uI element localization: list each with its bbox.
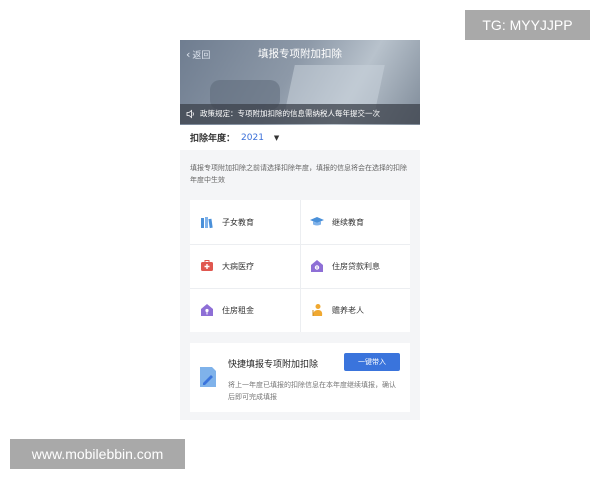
edit-doc-icon: [200, 367, 216, 387]
back-button[interactable]: ‹ 返回: [186, 46, 210, 62]
page-title: 填报专项附加扣除: [258, 48, 342, 60]
item-label: 子女教育: [222, 217, 254, 227]
speaker-icon: [186, 109, 194, 119]
medical-kit-icon: [200, 259, 214, 273]
item-housing-rent[interactable]: 住房租金: [190, 288, 300, 332]
year-value: 2021: [241, 132, 264, 143]
item-label: 大病医疗: [222, 261, 254, 271]
watermark-top: TG: MYYJJPP: [465, 10, 590, 40]
policy-notice: 政策规定：专项附加扣除的信息需纳税人每年提交一次: [180, 104, 420, 124]
watermark-bottom: www.mobilebbin.com: [10, 439, 185, 469]
quick-fill-description: 将上一年度已填报的扣除信息在本年度继续填报，确认后即可完成填报: [228, 381, 396, 401]
graduation-cap-icon: [310, 215, 324, 229]
item-label: 赡养老人: [332, 305, 364, 315]
header-banner: 填报专项附加扣除 ‹ 返回 政策规定：专项附加扣除的信息需纳税人每年提交一次: [180, 40, 420, 125]
hint-text: 填报专项附加扣除之前请选择扣除年度，填报的信息将会在选择的扣除年度中生效: [190, 164, 407, 184]
item-continuing-education[interactable]: 继续教育: [300, 200, 410, 244]
notice-text: 政策规定：专项附加扣除的信息需纳税人每年提交一次: [200, 109, 380, 118]
item-label: 住房贷款利息: [332, 261, 380, 271]
deduction-grid: 子女教育 继续教育 大病医疗 住房贷款利息 住房租金 赡养老人: [190, 200, 410, 332]
item-label: 继续教育: [332, 217, 364, 227]
year-selector[interactable]: 扣除年度： 2021 ▼: [180, 125, 420, 150]
quick-fill-card: 快捷填报专项附加扣除 一键带入 将上一年度已填报的扣除信息在本年度继续填报，确认…: [190, 343, 410, 412]
books-icon: [200, 215, 214, 229]
item-housing-loan-interest[interactable]: 住房贷款利息: [300, 244, 410, 288]
back-label: 返回: [192, 50, 211, 61]
house-key-icon: [200, 303, 214, 317]
year-label: 扣除年度：: [190, 134, 236, 144]
app-screen: 填报专项附加扣除 ‹ 返回 政策规定：专项附加扣除的信息需纳税人每年提交一次 扣…: [180, 40, 420, 420]
elder-icon: [310, 303, 324, 317]
item-elderly-support[interactable]: 赡养老人: [300, 288, 410, 332]
item-serious-illness[interactable]: 大病医疗: [190, 244, 300, 288]
quick-fill-title: 快捷填报专项附加扣除: [228, 360, 319, 370]
caret-down-icon[interactable]: ▼: [274, 134, 279, 142]
item-label: 住房租金: [222, 305, 254, 315]
item-children-education[interactable]: 子女教育: [190, 200, 300, 244]
house-coin-icon: [310, 259, 324, 273]
auto-import-button[interactable]: 一键带入: [344, 353, 400, 371]
chevron-left-icon: ‹: [186, 47, 191, 61]
